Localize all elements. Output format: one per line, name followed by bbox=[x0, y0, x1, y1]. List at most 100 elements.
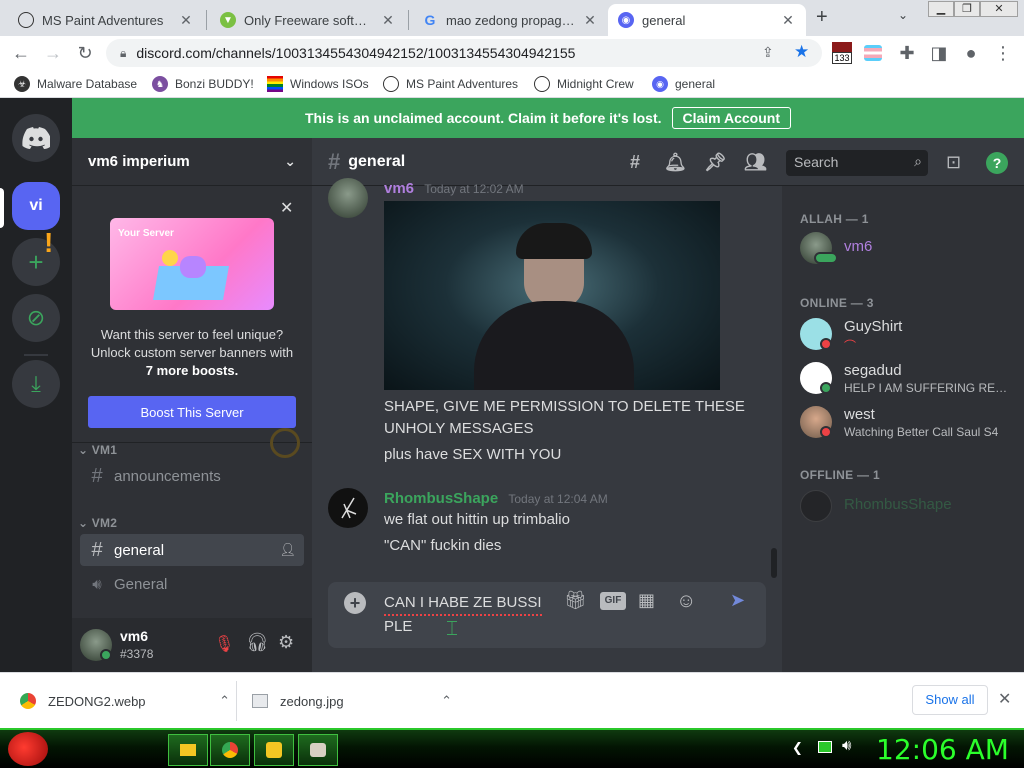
tab-divider bbox=[206, 10, 207, 30]
malware-icon: ☣ bbox=[14, 76, 30, 92]
headphones-icon[interactable]: 🎧︎ bbox=[246, 632, 269, 653]
member-segadud[interactable]: segadud HELP I AM SUFFERING REREA... bbox=[800, 360, 1020, 404]
chevron-up-icon[interactable]: ⌃ bbox=[441, 693, 452, 709]
pinned-messages-icon[interactable]: 📌︎ bbox=[704, 152, 727, 174]
boost-server-button[interactable]: Boost This Server bbox=[88, 396, 296, 428]
member-list-icon[interactable]: 👥︎ bbox=[744, 152, 767, 174]
reload-icon[interactable]: ↻ bbox=[74, 42, 96, 64]
notification-bell-icon[interactable]: 🔔︎ bbox=[664, 152, 687, 174]
invite-user-icon[interactable]: 👤︎ bbox=[279, 542, 296, 558]
tab-search-chevron-icon[interactable]: ⌄ bbox=[898, 8, 908, 22]
bookmark-midnight-crew[interactable]: Midnight Crew bbox=[534, 75, 634, 93]
send-arrow-icon[interactable]: ➤ bbox=[730, 590, 745, 611]
file-explorer-icon[interactable] bbox=[168, 734, 208, 766]
separator bbox=[24, 354, 48, 356]
bookmark-bonzi-buddy[interactable]: ♞ Bonzi BUDDY! bbox=[152, 75, 254, 93]
minimize-button[interactable]: ▁ bbox=[928, 1, 954, 17]
tab-mao-zedong-search[interactable]: G mao zedong propaganda ✕ bbox=[412, 4, 608, 36]
gift-icon[interactable]: 🎁︎ bbox=[564, 590, 587, 611]
avatar[interactable] bbox=[328, 488, 368, 528]
channel-announcements[interactable]: # announcements bbox=[80, 460, 304, 492]
chevron-up-icon[interactable]: ⌃ bbox=[219, 693, 230, 709]
network-icon[interactable] bbox=[818, 741, 832, 753]
volume-icon[interactable]: 🔊︎ bbox=[842, 737, 851, 754]
member-guyshirt[interactable]: GuyShirt ⌒ bbox=[800, 316, 1020, 360]
inbox-icon[interactable]: ⊡ bbox=[946, 152, 961, 173]
member-rhombusshape[interactable]: RhombusShape bbox=[800, 488, 1020, 532]
speaker-icon: 🔊︎ bbox=[92, 575, 102, 593]
explore-compass-icon[interactable]: ⊘ bbox=[12, 294, 60, 342]
close-icon[interactable]: ✕ bbox=[380, 12, 396, 29]
tab-general[interactable]: ◉ general ✕ bbox=[608, 4, 806, 36]
gif-picker-icon[interactable]: GIF bbox=[600, 592, 626, 610]
puzzle-extensions-icon[interactable]: ✚ bbox=[896, 42, 918, 64]
preview-label: Your Server bbox=[118, 228, 174, 239]
kebab-menu-icon[interactable]: ⋮ bbox=[992, 42, 1014, 64]
maximize-button[interactable]: ❐ bbox=[954, 1, 980, 17]
avatar[interactable] bbox=[328, 178, 368, 218]
threads-icon[interactable]: # bbox=[624, 152, 646, 174]
settings-gear-icon[interactable]: ⚙ bbox=[278, 632, 294, 653]
download-item[interactable]: ZEDONG2.webp ⌃ bbox=[20, 681, 230, 721]
download-item[interactable]: zedong.jpg ⌃ bbox=[252, 681, 452, 721]
chrome-taskbar-icon[interactable] bbox=[210, 734, 250, 766]
member-group-label: OFFLINE — 1 bbox=[800, 468, 880, 482]
close-icon[interactable]: ✕ bbox=[178, 12, 194, 29]
message-author[interactable]: RhombusShape bbox=[384, 490, 498, 507]
channel-sidebar: vm6 imperium ⌄ ✕ Your Server Want this s… bbox=[72, 138, 312, 672]
rainbow-flag-icon bbox=[267, 76, 283, 92]
angry-bird-start-icon[interactable] bbox=[8, 732, 48, 766]
bookmark-general[interactable]: ◉ general bbox=[652, 75, 715, 93]
member-west[interactable]: west Watching Better Call Saul S4 bbox=[800, 404, 1020, 448]
channel-general[interactable]: # general 👤︎ bbox=[80, 534, 304, 566]
home-button[interactable] bbox=[12, 114, 60, 162]
chevron-left-icon[interactable]: ❮ bbox=[792, 740, 803, 756]
close-icon[interactable]: ✕ bbox=[998, 689, 1011, 709]
flag-extension-icon[interactable] bbox=[864, 45, 882, 61]
close-icon[interactable]: ✕ bbox=[280, 198, 293, 218]
back-arrow-icon[interactable]: ← bbox=[10, 42, 32, 64]
close-window-button[interactable]: ✕ bbox=[980, 1, 1018, 17]
side-panel-icon[interactable]: ◨ bbox=[928, 42, 950, 64]
gif-image-attachment[interactable] bbox=[384, 201, 720, 390]
close-icon[interactable]: ✕ bbox=[780, 12, 796, 29]
attach-plus-icon[interactable]: + bbox=[344, 592, 366, 614]
emoji-smiley-icon[interactable]: ☺ bbox=[676, 590, 696, 613]
profile-avatar-icon[interactable]: ● bbox=[960, 42, 982, 64]
mute-microphone-icon[interactable]: 🎙︎ bbox=[214, 634, 234, 654]
forward-arrow-icon[interactable]: → bbox=[42, 42, 64, 64]
tab-only-freeware[interactable]: ▼ Only Freeware software f... ✕ bbox=[210, 4, 406, 36]
voice-channel-general[interactable]: 🔊︎ General bbox=[80, 568, 304, 600]
help-question-icon[interactable]: ? bbox=[986, 152, 1008, 174]
bookmark-windows-isos[interactable]: Windows ISOs bbox=[267, 75, 369, 93]
category-vm2[interactable]: ⌄ VM2 bbox=[78, 516, 117, 530]
share-icon[interactable]: ⇪ bbox=[762, 44, 774, 61]
show-all-button[interactable]: Show all bbox=[912, 685, 988, 715]
sticker-icon[interactable]: ▦ bbox=[638, 590, 655, 611]
message-author[interactable]: vm6 bbox=[384, 180, 414, 197]
image-file-icon bbox=[252, 694, 268, 708]
bookmark-ms-paint-adventures[interactable]: MS Paint Adventures bbox=[383, 75, 518, 93]
member-vm6[interactable]: vm6 bbox=[800, 230, 1020, 274]
extension-counter[interactable]: 133 bbox=[832, 42, 852, 64]
message-header: RhombusShape Today at 12:04 AM bbox=[384, 488, 608, 510]
tab-ms-paint-adventures[interactable]: MS Paint Adventures ✕ bbox=[8, 4, 204, 36]
address-bar[interactable]: 🔒︎ discord.com/channels/1003134554304942… bbox=[106, 39, 822, 67]
new-tab-button[interactable]: + bbox=[816, 6, 828, 29]
taskbar-clock[interactable]: 12:06 AM bbox=[876, 733, 1009, 766]
server-vm6-imperium[interactable]: vi bbox=[12, 182, 60, 230]
scrollbar-thumb[interactable] bbox=[771, 548, 777, 578]
server-name: vm6 imperium bbox=[88, 153, 190, 170]
category-vm1[interactable]: ⌄ VM1 bbox=[78, 443, 117, 457]
bookmark-malware-database[interactable]: ☣ Malware Database bbox=[14, 75, 137, 93]
search-input[interactable]: Search ⌕ bbox=[786, 150, 928, 176]
server-header[interactable]: vm6 imperium ⌄ bbox=[72, 138, 312, 186]
app-taskbar-icon[interactable] bbox=[254, 734, 294, 766]
star-bookmark-icon[interactable]: ★ bbox=[794, 42, 809, 62]
tab-title: Only Freeware software f... bbox=[244, 12, 374, 28]
app-taskbar-icon[interactable] bbox=[298, 734, 338, 766]
claim-account-button[interactable]: Claim Account bbox=[671, 107, 791, 129]
boost-card-copy: Want this server to feel unique? Unlock … bbox=[80, 326, 304, 380]
close-icon[interactable]: ✕ bbox=[582, 12, 598, 29]
download-apps-icon[interactable]: ⤓ bbox=[12, 360, 60, 408]
